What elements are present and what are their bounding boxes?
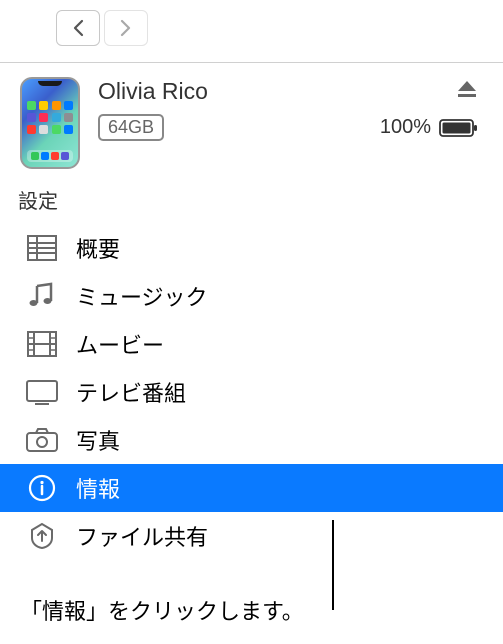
movies-icon	[24, 328, 60, 360]
forward-button[interactable]	[104, 10, 148, 46]
battery-percent: 100%	[380, 116, 431, 139]
eject-icon	[455, 77, 479, 101]
sidebar-item-label: ミュージック	[76, 280, 485, 312]
sidebar-item-label: 写真	[76, 424, 485, 456]
device-header: Olivia Rico 64GB 100%	[0, 63, 503, 181]
sidebar-item-file-share[interactable]: ファイル共有	[0, 512, 503, 560]
nav-bar	[0, 0, 503, 54]
storage-badge: 64GB	[98, 114, 164, 141]
device-name: Olivia Rico	[98, 78, 208, 105]
sidebar-item-label: ファイル共有	[76, 520, 485, 552]
chevron-left-icon	[72, 19, 84, 37]
sidebar-item-label: ムービー	[76, 328, 485, 360]
battery-icon	[439, 118, 479, 138]
sidebar-item-summary[interactable]: 概要	[0, 224, 503, 272]
eject-button[interactable]	[455, 77, 479, 106]
sidebar-item-movies[interactable]: ムービー	[0, 320, 503, 368]
hint-text: 「情報」をクリックします。	[20, 594, 304, 626]
sidebar-item-photos[interactable]: 写真	[0, 416, 503, 464]
sidebar-item-info[interactable]: 情報	[0, 464, 503, 512]
device-image	[20, 77, 80, 169]
summary-icon	[24, 232, 60, 264]
photos-icon	[24, 424, 60, 456]
back-button[interactable]	[56, 10, 100, 46]
sidebar-item-music[interactable]: ミュージック	[0, 272, 503, 320]
sidebar-item-label: 概要	[76, 232, 485, 264]
file-share-icon	[24, 520, 60, 552]
tv-icon	[24, 376, 60, 408]
menu-list: 概要ミュージックムービーテレビ番組写真情報ファイル共有	[0, 224, 503, 560]
sidebar-item-label: 情報	[76, 472, 485, 504]
sidebar-item-label: テレビ番組	[76, 376, 485, 408]
sidebar-item-tv[interactable]: テレビ番組	[0, 368, 503, 416]
info-icon	[24, 472, 60, 504]
music-icon	[24, 280, 60, 312]
settings-section: 設定 概要ミュージックムービーテレビ番組写真情報ファイル共有	[0, 181, 503, 560]
section-title: 設定	[0, 181, 503, 224]
battery-status: 100%	[380, 116, 479, 139]
callout-line	[332, 520, 334, 610]
chevron-right-icon	[120, 19, 132, 37]
